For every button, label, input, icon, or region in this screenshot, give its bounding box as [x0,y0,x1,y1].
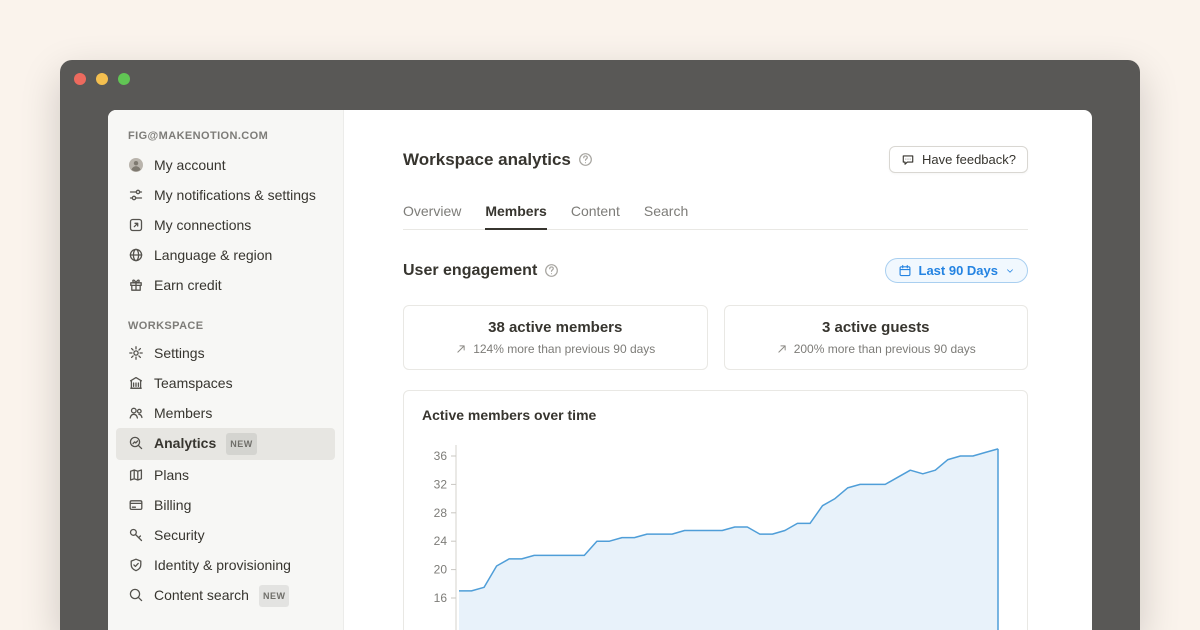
sidebar-item-label: Content search [154,585,249,605]
stat-card: 38 active members 124% more than previous… [403,305,708,370]
stat-value: 38 active members [488,319,622,336]
sidebar-item-my-notifications-settings[interactable]: My notifications & settings [116,180,335,210]
svg-text:28: 28 [434,506,448,520]
section-title-text: User engagement [403,262,537,280]
stat-delta: 200% more than previous 90 days [776,342,976,356]
feedback-button[interactable]: Have feedback? [889,146,1028,173]
help-icon[interactable] [578,152,593,167]
app-window: FIG@MAKENOTION.COM My account My notifica… [60,60,1140,630]
avatar-icon [128,157,144,173]
sidebar-item-security[interactable]: Security [116,520,335,550]
calendar-icon [898,264,912,278]
sidebar-item-label: Analytics [154,433,216,453]
tab-content[interactable]: Content [571,203,620,230]
svg-text:20: 20 [434,563,448,577]
stat-delta-text: 200% more than previous 90 days [794,342,976,356]
account-email: FIG@MAKENOTION.COM [108,124,343,148]
page-title: Workspace analytics [403,150,593,170]
workspace-section-header: WORKSPACE [108,302,343,336]
members-over-time-chart: 36 32 28 24 20 16 [422,439,1010,630]
page-title-text: Workspace analytics [403,150,571,170]
sidebar-item-my-account[interactable]: My account [116,150,335,180]
stat-delta: 124% more than previous 90 days [455,342,655,356]
date-range-label: Last 90 Days [919,263,999,278]
analytics-tabs: Overview Members Content Search [403,203,1028,230]
building-icon [128,375,144,391]
sidebar-item-content-search[interactable]: Content search NEW [116,580,335,612]
shield-check-icon [128,557,144,573]
workspace-menu: Settings Teamspaces Members Analytics NEW Pla… [108,336,343,614]
svg-text:24: 24 [434,534,448,548]
stat-card: 3 active guests 200% more than previous 9… [724,305,1029,370]
sidebar-item-members[interactable]: Members [116,398,335,428]
gift-icon [128,277,144,293]
people-icon [128,405,144,421]
analytics-magnifier-icon [128,435,144,451]
arrow-up-right-icon [776,343,788,355]
sidebar-item-label: Identity & provisioning [154,555,291,575]
settings-sidebar: FIG@MAKENOTION.COM My account My notifica… [108,110,344,630]
date-range-button[interactable]: Last 90 Days [885,258,1029,283]
key-icon [128,527,144,543]
new-badge: NEW [226,433,257,455]
account-menu: My account My notifications & settings My … [108,148,343,302]
engagement-stats: 38 active members 124% more than previous… [403,305,1028,370]
tab-members[interactable]: Members [485,203,546,230]
new-badge: NEW [259,585,290,607]
sidebar-item-label: Billing [154,495,191,515]
main-content: Workspace analytics Have feedback? Overv… [344,110,1092,630]
sidebar-item-analytics[interactable]: Analytics NEW [116,428,335,460]
svg-text:32: 32 [434,477,448,491]
globe-icon [128,247,144,263]
sidebar-item-label: My connections [154,215,251,235]
sidebar-item-label: Plans [154,465,189,485]
map-icon [128,467,144,483]
sidebar-item-settings[interactable]: Settings [116,338,335,368]
speech-bubble-icon [901,153,915,167]
sidebar-item-label: Members [154,403,212,423]
chevron-down-icon [1005,266,1015,276]
credit-card-icon [128,497,144,513]
chart-title: Active members over time [422,407,1009,423]
stat-delta-text: 124% more than previous 90 days [473,342,655,356]
help-icon[interactable] [544,263,559,278]
settings-dialog: FIG@MAKENOTION.COM My account My notifica… [108,110,1092,630]
tab-search[interactable]: Search [644,203,688,230]
sidebar-item-label: Security [154,525,205,545]
sidebar-item-label: Settings [154,343,205,363]
sidebar-item-label: Earn credit [154,275,222,295]
sidebar-item-billing[interactable]: Billing [116,490,335,520]
zoom-window-button[interactable] [118,73,130,85]
feedback-button-label: Have feedback? [922,152,1016,167]
sidebar-item-label: Teamspaces [154,373,233,393]
close-window-button[interactable] [74,73,86,85]
minimize-window-button[interactable] [96,73,108,85]
sidebar-item-label: My notifications & settings [154,185,316,205]
stat-value: 3 active guests [822,319,930,336]
sidebar-item-teamspaces[interactable]: Teamspaces [116,368,335,398]
sliders-icon [128,187,144,203]
svg-text:36: 36 [434,449,448,463]
sidebar-item-plans[interactable]: Plans [116,460,335,490]
sidebar-item-earn-credit[interactable]: Earn credit [116,270,335,300]
arrow-up-right-icon [455,343,467,355]
arrow-up-right-box-icon [128,217,144,233]
page-header: Workspace analytics Have feedback? [403,146,1028,173]
sidebar-item-my-connections[interactable]: My connections [116,210,335,240]
gear-icon [128,345,144,361]
section-title: User engagement [403,262,559,280]
tab-overview[interactable]: Overview [403,203,461,230]
engagement-header: User engagement Last 90 Days [403,258,1028,283]
sidebar-item-identity-provisioning[interactable]: Identity & provisioning [116,550,335,580]
sidebar-item-language-region[interactable]: Language & region [116,240,335,270]
sidebar-item-label: Language & region [154,245,272,265]
chart-card: Active members over time 36 32 28 24 20 16 [403,390,1028,630]
window-controls [74,73,130,85]
svg-text:16: 16 [434,591,448,605]
sidebar-item-label: My account [154,155,226,175]
search-icon [128,587,144,603]
